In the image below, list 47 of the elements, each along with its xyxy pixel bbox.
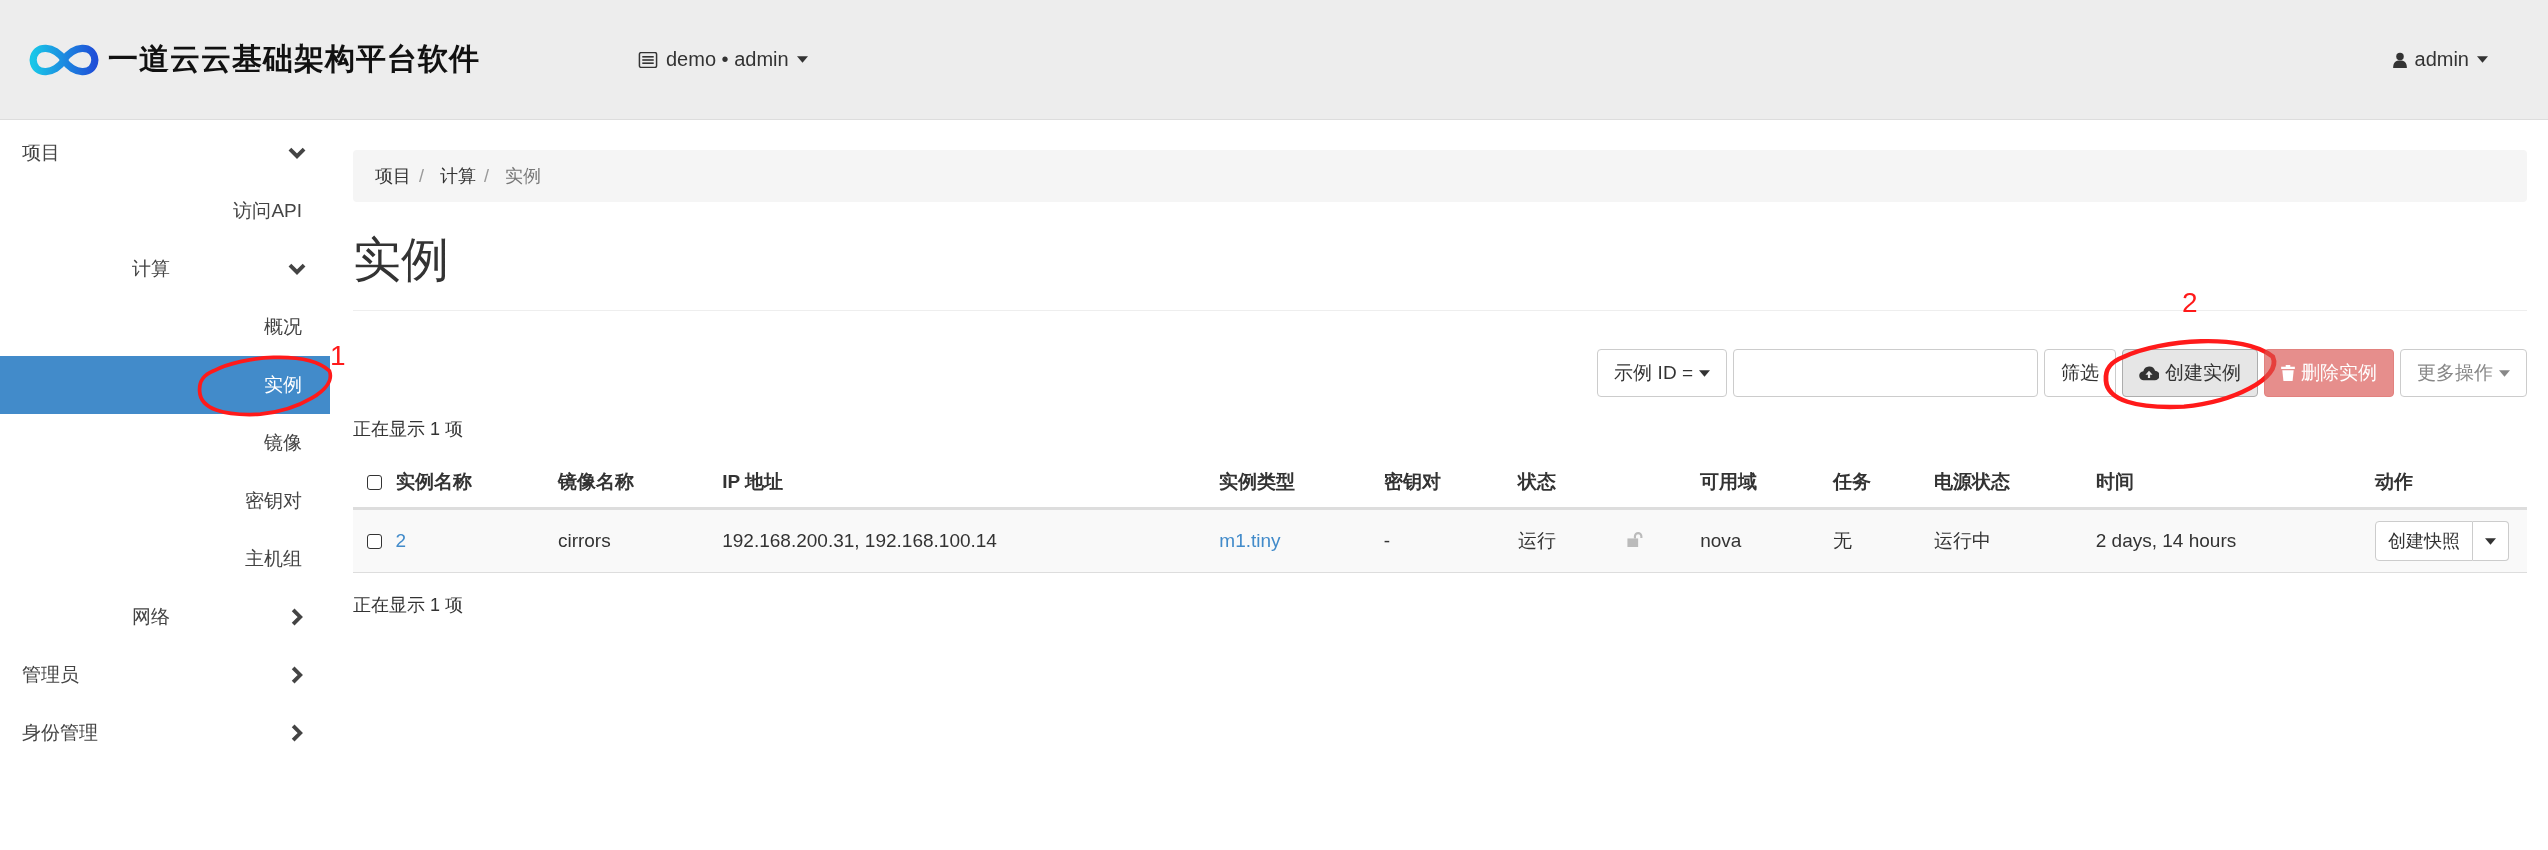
item-count: 正在显示 1 项 — [353, 594, 464, 617]
breadcrumb-separator: / — [484, 165, 490, 187]
trash-icon — [2281, 365, 2295, 381]
sidebar-item[interactable]: 概况 — [0, 298, 330, 356]
breadcrumb-separator: / — [419, 165, 424, 187]
annotation-number: 1 — [330, 342, 346, 370]
sidebar-item[interactable]: 镜像 — [0, 414, 330, 472]
sidebar-item[interactable]: 密钥对 — [0, 472, 330, 530]
caret-icon — [1699, 369, 1710, 377]
logo-text: 一道云云基础架构平台软件 — [108, 41, 480, 77]
sidebar-item[interactable]: 访问API — [0, 182, 330, 240]
table-cell: cirrors — [557, 508, 723, 573]
table-cell: - — [1383, 508, 1518, 573]
caret-icon — [796, 56, 808, 63]
actions-dropdown-button[interactable] — [2472, 521, 2509, 561]
table-cell: nova — [1700, 508, 1833, 573]
caret-icon — [2477, 56, 2488, 63]
filter-dropdown[interactable]: 示例 ID = — [1597, 349, 1727, 397]
list-icon — [638, 51, 658, 68]
breadcrumb-item[interactable]: 计算 — [440, 164, 476, 188]
sidebar-item[interactable]: 网络 — [0, 588, 330, 646]
project-menu[interactable]: demo • admin — [638, 48, 808, 71]
filter-input[interactable] — [1733, 349, 2038, 397]
sidebar-item[interactable]: 身份管理 — [0, 704, 330, 762]
filter-button[interactable]: 筛选 — [2044, 349, 2116, 397]
table-cell: 无 — [1833, 508, 1935, 573]
caret-icon — [2484, 537, 2496, 545]
table-cell: 192.168.200.31, 192.168.100.14 — [722, 508, 1220, 573]
user-menu[interactable]: admin — [2392, 48, 2488, 71]
sidebar-item[interactable]: 计算 — [0, 240, 330, 298]
table-cell: 运行中 — [1934, 508, 2096, 573]
row-checkbox[interactable] — [367, 534, 382, 550]
sidebar-item[interactable]: 主机组 — [0, 530, 330, 588]
breadcrumb-item: 实例 — [505, 165, 542, 188]
sidebar-item[interactable]: 项目 — [0, 124, 330, 182]
create-snapshot-button[interactable]: 创建快照 — [2374, 521, 2473, 561]
cloud-upload-icon — [2139, 365, 2159, 381]
create-instance-button[interactable]: 创建实例 — [2122, 349, 2258, 397]
breadcrumb-item[interactable]: 项目 — [375, 164, 411, 188]
item-count: 正在显示 1 项 — [353, 418, 464, 441]
sidebar-item[interactable]: 管理员 — [0, 646, 330, 704]
table-cell: 2 days, 14 hours — [2095, 508, 2375, 573]
caret-icon — [2499, 369, 2510, 377]
select-all-checkbox[interactable] — [367, 475, 382, 491]
table-cell: 运行 — [1517, 508, 1628, 573]
annotation-number: 2 — [2182, 289, 2198, 317]
user-icon — [2392, 51, 2407, 68]
